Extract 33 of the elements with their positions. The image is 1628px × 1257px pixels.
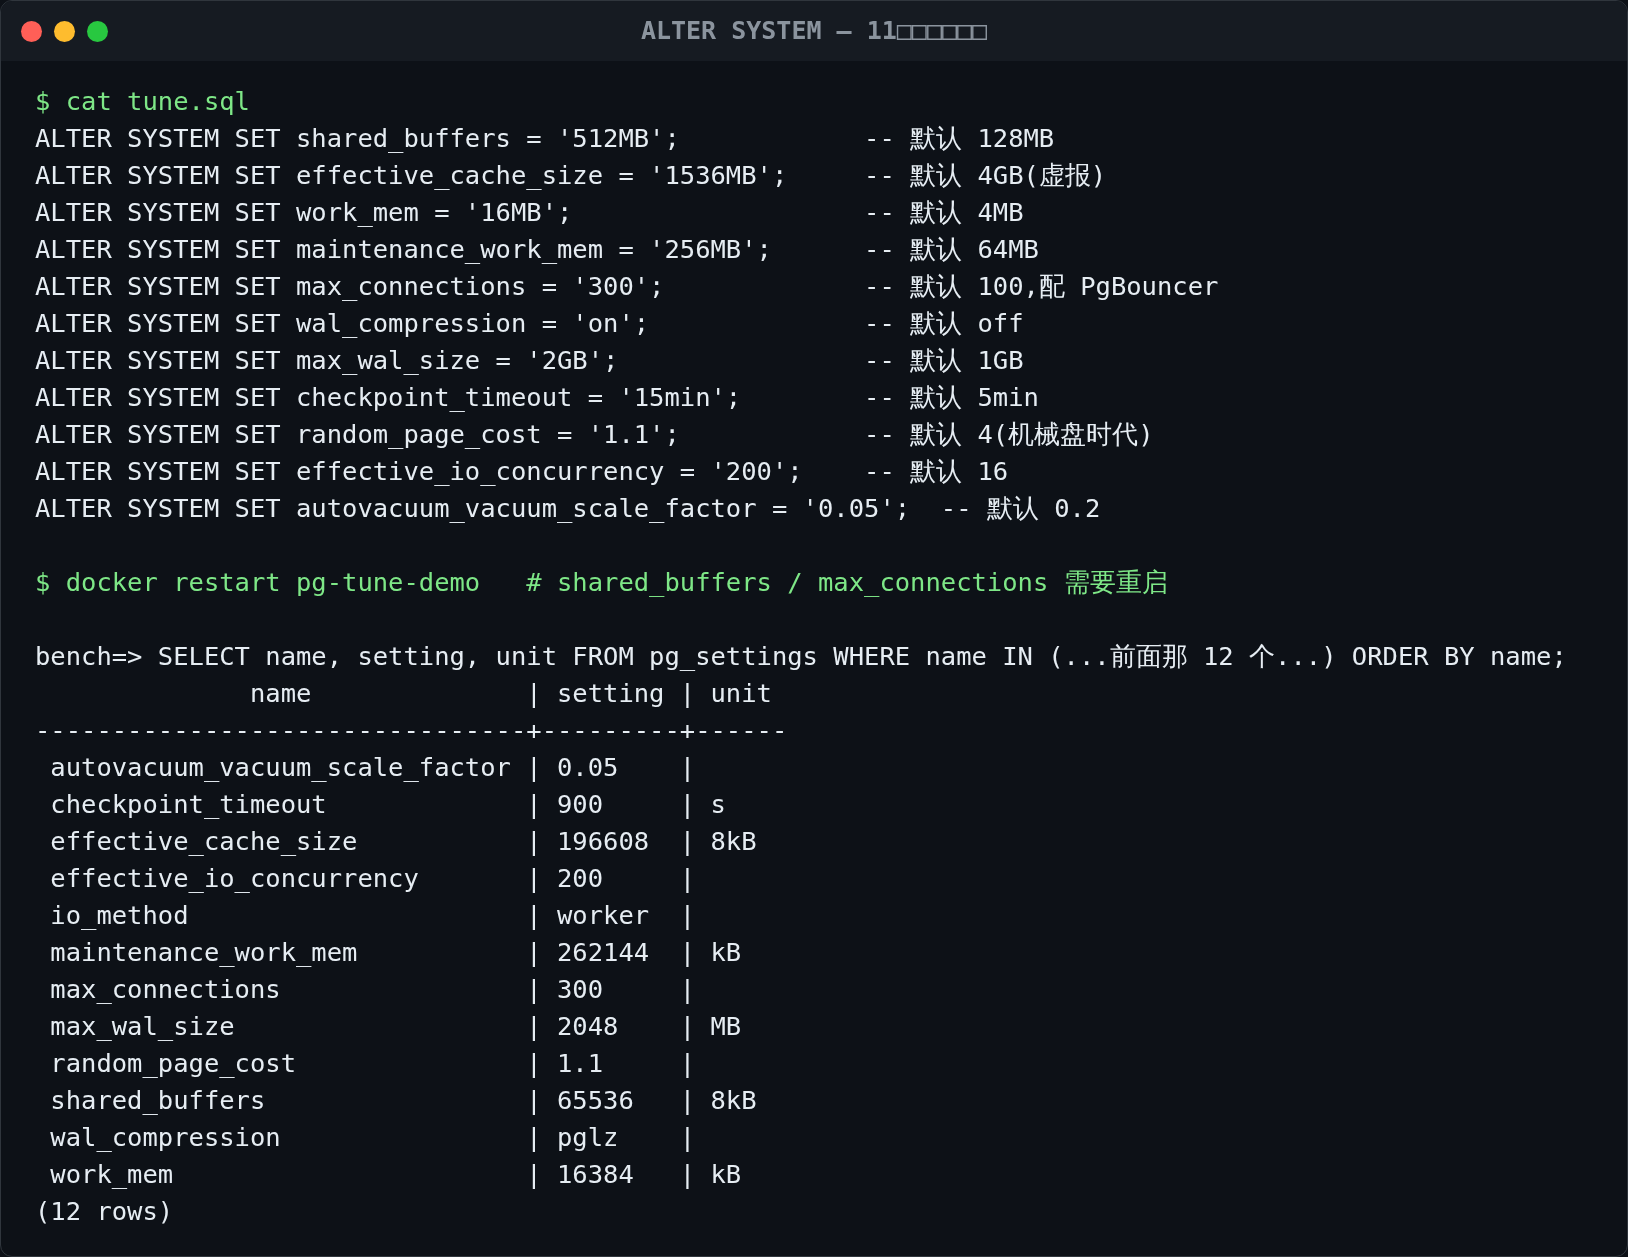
output-line: work_mem | 16384 | kB (49, 1158, 742, 1191)
command-line: $ cat tune.sql (35, 85, 250, 118)
output-line: bench=> SELECT name, setting, unit FROM pg_settings WHERE name IN (...前面那 12 个...) ORDER BY name; (35, 640, 1567, 673)
maximize-button[interactable] (87, 20, 108, 42)
output-line: ALTER SYSTEM SET random_page_cost = '1.1'; -- 默认 4(机械盘时代) (35, 418, 1154, 451)
minimize-button[interactable] (54, 20, 75, 42)
output-line: max_connections | 300 | (49, 973, 696, 1006)
output-line: ALTER SYSTEM SET checkpoint_timeout = '15min'; -- 默认 5min (35, 381, 1039, 414)
output-line: ALTER SYSTEM SET work_mem = '16MB'; -- 默认 4MB (35, 196, 1024, 229)
window-title: ALTER SYSTEM — 11□□□□□□ (640, 15, 988, 48)
output-line: checkpoint_timeout | 900 | s (49, 788, 726, 821)
output-line: shared_buffers | 65536 | 8kB (49, 1084, 757, 1117)
output-line: wal_compression | pglz | (49, 1121, 696, 1154)
output-line: ALTER SYSTEM SET wal_compression = 'on'; -- 默认 off (35, 307, 1024, 340)
command-line: $ docker restart pg-tune-demo # shared_buffers / max_connections 需要重启 (35, 566, 1168, 599)
output-line: --------------------------------+---------+------ (35, 714, 788, 747)
output-line: ALTER SYSTEM SET maintenance_work_mem = '256MB'; -- 默认 64MB (35, 233, 1039, 266)
output-line: ALTER SYSTEM SET max_wal_size = '2GB'; -- 默认 1GB (35, 344, 1024, 377)
output-line: maintenance_work_mem | 262144 | kB (49, 936, 742, 969)
output-line: effective_cache_size | 196608 | 8kB (49, 825, 757, 858)
output-line: io_method | worker | (49, 899, 696, 932)
output-line: (12 rows) (35, 1195, 174, 1228)
output-line: ALTER SYSTEM SET effective_cache_size = '1536MB'; -- 默认 4GB(虚报) (35, 159, 1107, 192)
output-line: effective_io_concurrency | 200 | (49, 862, 696, 895)
output-line: random_page_cost | 1.1 | (49, 1047, 696, 1080)
output-line: name | setting | unit (248, 677, 772, 710)
output-line: ALTER SYSTEM SET autovacuum_vacuum_scale_factor = '0.05'; -- 默认 0.2 (35, 492, 1101, 525)
output-line: autovacuum_vacuum_scale_factor | 0.05 | (49, 751, 696, 784)
output-line: ALTER SYSTEM SET max_connections = '300'; -- 默认 100,配 PgBouncer (35, 270, 1219, 303)
output-line: max_wal_size | 2048 | MB (49, 1010, 742, 1043)
close-button[interactable] (21, 20, 42, 42)
output-line: ALTER SYSTEM SET effective_io_concurrency = '200'; -- 默认 16 (35, 455, 1009, 488)
output-line: ALTER SYSTEM SET shared_buffers = '512MB'; -- 默认 128MB (35, 122, 1055, 155)
